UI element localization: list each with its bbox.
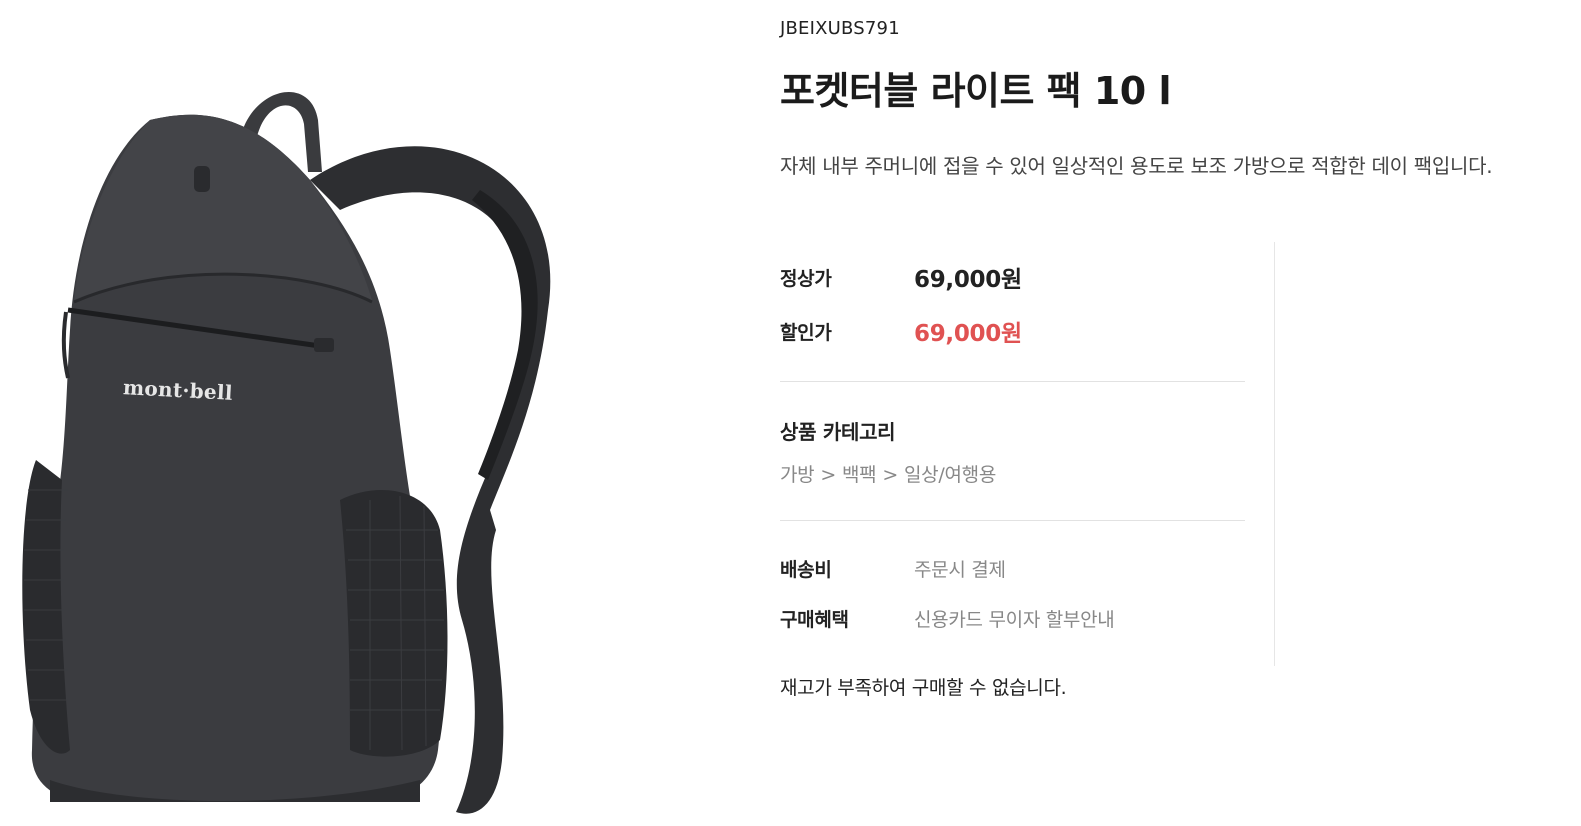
shipping-value: 주문시 결제 — [914, 559, 1006, 581]
product-description: 자체 내부 주머니에 접을 수 있어 일상적인 용도로 보조 가방으로 적합한 … — [780, 154, 1493, 178]
category-breadcrumb: 가방 > 백팩 > 일상/여행용 — [780, 460, 996, 487]
breadcrumb-separator: > — [820, 464, 836, 486]
product-image: mont·bell — [10, 60, 570, 820]
sale-price-label: 할인가 — [780, 321, 832, 344]
benefit-label: 구매혜택 — [780, 609, 849, 631]
divider — [780, 381, 1245, 382]
breadcrumb-item-bag[interactable]: 가방 — [780, 464, 815, 486]
category-heading: 상품 카테고리 — [780, 420, 896, 444]
product-sku: JBEIXUBS791 — [780, 18, 900, 39]
column-divider — [1274, 242, 1275, 666]
breadcrumb-item-backpack[interactable]: 백팩 — [842, 464, 877, 486]
breadcrumb-separator: > — [882, 464, 898, 486]
sale-price-value: 69,000원 — [914, 321, 1022, 347]
product-detail-page: mont·bell JBEIXUBS791 포켓터블 라이트 팩 10 l 자체… — [0, 0, 1581, 826]
backpack-illustration — [22, 91, 551, 814]
benefit-row: 구매혜택 신용카드 무이자 할부안내 — [780, 605, 1115, 632]
regular-price-label: 정상가 — [780, 267, 832, 290]
divider — [780, 520, 1245, 521]
regular-price-row: 정상가 69,000원 — [780, 260, 1022, 294]
regular-price-value: 69,000원 — [914, 267, 1022, 293]
installment-info-link[interactable]: 신용카드 무이자 할부안내 — [914, 605, 1115, 632]
shipping-row: 배송비 주문시 결제 — [780, 555, 1006, 582]
product-title: 포켓터블 라이트 팩 10 l — [780, 69, 1172, 113]
out-of-stock-notice: 재고가 부족하여 구매할 수 없습니다. — [780, 677, 1067, 699]
breadcrumb-item-daily-travel[interactable]: 일상/여행용 — [904, 464, 996, 486]
shipping-label: 배송비 — [780, 559, 832, 581]
sale-price-row: 할인가 69,000원 — [780, 314, 1022, 348]
